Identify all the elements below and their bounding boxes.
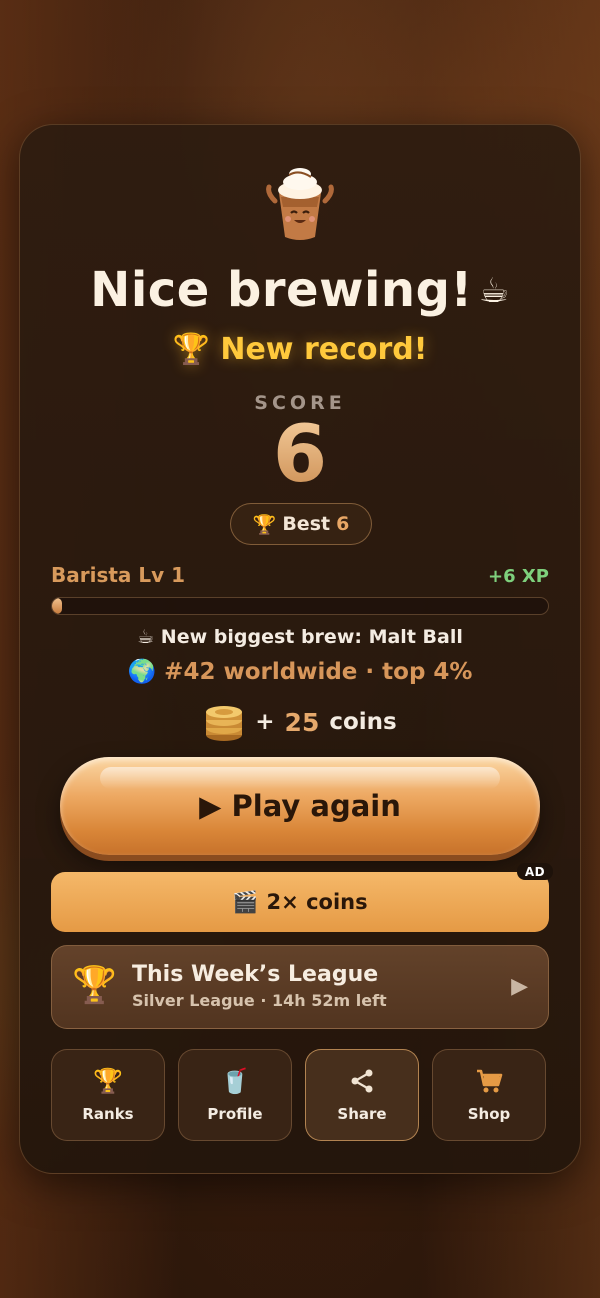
- chevron-right-icon: ▶: [511, 974, 528, 999]
- title-text: Nice brewing!: [90, 262, 473, 318]
- score-value: 6: [0, 410, 600, 500]
- nav-profile-button[interactable]: 🥤 Profile: [178, 1049, 292, 1141]
- best-label: Best: [282, 513, 331, 535]
- globe-icon: 🌍: [127, 659, 157, 685]
- share-icon: [349, 1067, 375, 1095]
- xp-progress-fill: [52, 598, 62, 614]
- xp-gain: +6 XP: [488, 566, 549, 587]
- result-title: Nice brewing! ☕: [0, 262, 600, 318]
- best-score-badge: 🏆 Best 6: [230, 503, 372, 545]
- play-again-button[interactable]: ▶ Play again: [60, 757, 540, 855]
- nav-shop-button[interactable]: Shop: [432, 1049, 546, 1141]
- double-coins-button[interactable]: 🎬 2× coins: [51, 872, 549, 932]
- coins-label: coins: [329, 709, 397, 735]
- biggest-brew-text: ☕ New biggest brew: Malt Ball: [0, 626, 600, 648]
- best-value: 6: [336, 513, 350, 535]
- play-again-label: ▶ Play again: [199, 789, 401, 823]
- level-label: Barista Lv 1: [51, 563, 186, 587]
- double-coins-label: 2× coins: [266, 890, 368, 914]
- nav-share-label: Share: [337, 1105, 387, 1123]
- brew-label: New biggest brew: Malt Ball: [160, 626, 463, 648]
- coffee-mascot-icon: [266, 168, 334, 240]
- weekly-league-card[interactable]: 🏆 This Week’s League Silver League · 14h…: [51, 945, 549, 1029]
- coffee-cup-icon: ☕: [137, 626, 155, 648]
- ad-badge: AD: [517, 863, 553, 880]
- trophy-icon: 🏆: [72, 965, 117, 1006]
- new-record-text: New record!: [220, 332, 428, 367]
- cart-icon: [475, 1067, 503, 1095]
- trophy-icon: 🏆: [93, 1067, 123, 1095]
- xp-progress-bar: [51, 597, 549, 615]
- clapperboard-icon: 🎬: [232, 889, 259, 914]
- trophy-icon: 🏆: [172, 332, 210, 367]
- rank-text: #42 worldwide · top 4%: [164, 659, 473, 685]
- nav-share-button[interactable]: Share: [305, 1049, 419, 1141]
- nav-shop-label: Shop: [467, 1105, 511, 1123]
- nav-ranks-label: Ranks: [82, 1105, 134, 1123]
- trophy-icon: 🏆: [252, 513, 277, 536]
- league-title: This Week’s League: [132, 962, 379, 987]
- coins-earned: + 25 coins: [0, 700, 600, 744]
- league-subtitle: Silver League · 14h 52m left: [132, 991, 387, 1010]
- world-rank: 🌍 #42 worldwide · top 4%: [0, 658, 600, 685]
- button-shine: [100, 767, 500, 789]
- coin-stack-icon: [206, 706, 243, 741]
- coffee-mascot-icon: 🥤: [220, 1067, 250, 1095]
- new-record-banner: 🏆 New record!: [0, 332, 600, 367]
- coins-amount: 25: [284, 707, 320, 737]
- nav-profile-label: Profile: [207, 1105, 263, 1123]
- coffee-cup-icon: ☕: [478, 271, 510, 311]
- nav-ranks-button[interactable]: 🏆 Ranks: [51, 1049, 165, 1141]
- bottom-nav: 🏆 Ranks 🥤 Profile Share Shop: [51, 1049, 549, 1141]
- coins-plus: +: [255, 709, 275, 735]
